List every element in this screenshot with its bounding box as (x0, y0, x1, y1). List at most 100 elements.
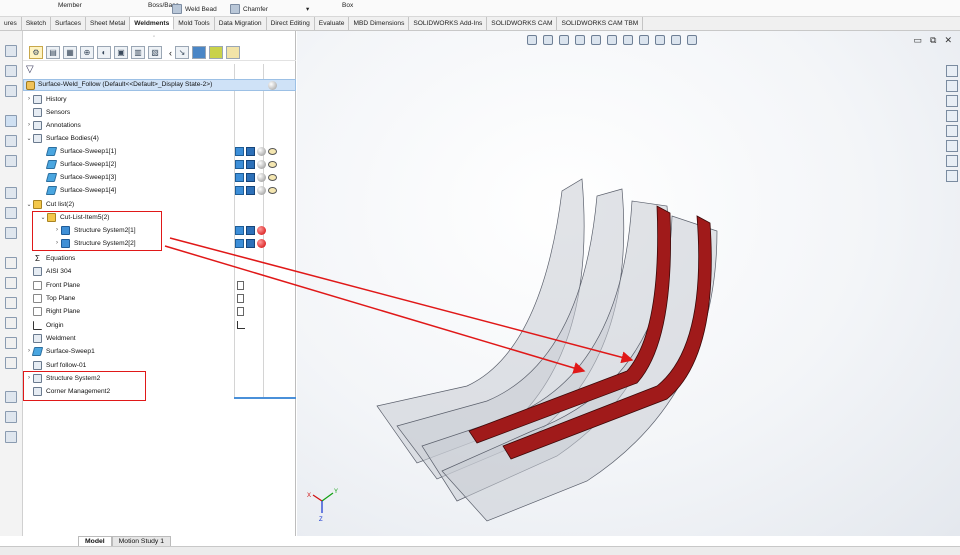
tree-node-surface-sweep-1[interactable]: Surface-Sweep1[1] (39, 145, 116, 157)
part-root-label: Surface-Weld_Follow (Default<<Default>_D… (38, 81, 213, 88)
surface-sweep-icon (45, 146, 58, 156)
tree-node-surface-sweep-2[interactable]: Surface-Sweep1[2] (39, 158, 116, 170)
tree-node-material[interactable]: AISI 304 (25, 265, 71, 277)
tab-weldments[interactable]: Weldments (130, 17, 175, 30)
tree-node-history[interactable]: › History (25, 93, 67, 105)
display-manager-icon[interactable]: ◐ (97, 46, 111, 59)
tab-evaluate[interactable]: Evaluate (315, 17, 350, 30)
body-status-row (235, 171, 277, 183)
node-label: Surface-Sweep1[2] (60, 160, 117, 168)
tool-icon[interactable] (5, 45, 17, 57)
material-status-icon (246, 185, 255, 195)
cam-operation-icon[interactable]: ▥ (131, 46, 145, 59)
appearance-ball-icon[interactable] (257, 172, 266, 182)
node-label: Surface-Sweep1[3] (60, 173, 117, 181)
tab-sketch[interactable]: Sketch (22, 17, 51, 30)
tool-icon[interactable] (5, 155, 17, 167)
appearance-icon[interactable] (209, 46, 223, 59)
tool-icon[interactable] (5, 135, 17, 147)
visibility-eye-icon[interactable] (268, 173, 277, 181)
tree-node-surface-bodies[interactable]: ⌄ Surface Bodies(4) (25, 132, 99, 144)
property-manager-icon[interactable]: ▤ (46, 46, 60, 59)
tab-motion-study[interactable]: Motion Study 1 (111, 536, 171, 546)
tool-icon[interactable] (5, 85, 17, 97)
node-label: Weldment (46, 334, 76, 342)
tree-node-surf-follow[interactable]: Surf follow-01 (25, 359, 86, 371)
visibility-eye-icon[interactable] (268, 147, 277, 155)
sketch-icon[interactable] (5, 115, 17, 127)
tab-solidworks-cam-tbm[interactable]: SOLIDWORKS CAM TBM (557, 17, 644, 30)
tab-data-migration[interactable]: Data Migration (215, 17, 267, 30)
collapse-icon[interactable]: ⌄ (25, 135, 33, 142)
rollback-bar[interactable] (234, 397, 296, 399)
scene-icon[interactable] (226, 46, 240, 59)
tool-icon[interactable] (5, 257, 17, 269)
tree-node-surface-sweep[interactable]: › Surface-Sweep1 (25, 345, 95, 357)
weld-bead-label: Weld Bead (185, 5, 217, 13)
configuration-manager-icon[interactable]: ▦ (63, 46, 77, 59)
graphics-area[interactable]: ▭ ⧉ ✕ X Y Z (297, 31, 960, 536)
weld-bead-button[interactable]: Weld Bead (172, 4, 217, 14)
tool-icon[interactable] (5, 277, 17, 289)
appearance-ball-icon[interactable] (257, 238, 266, 248)
appearance-ball-icon[interactable] (268, 81, 277, 90)
tool-icon[interactable] (5, 65, 17, 77)
tool-icon[interactable] (5, 357, 17, 369)
collapse-arrow-icon[interactable]: ‹ (169, 48, 172, 58)
tab-solidworks-addins[interactable]: SOLIDWORKS Add-Ins (409, 17, 488, 30)
feature-manager-icon[interactable]: ⚙ (29, 46, 43, 59)
node-label: Origin (46, 321, 64, 329)
tab-model[interactable]: Model (78, 536, 112, 546)
visibility-eye-icon[interactable] (268, 186, 277, 194)
appearance-ball-icon[interactable] (257, 185, 266, 195)
cube-icon[interactable] (192, 46, 206, 59)
tree-node-top-plane[interactable]: Top Plane (25, 292, 75, 304)
tab-surfaces[interactable]: Surfaces (51, 17, 87, 30)
part-root-node[interactable]: Surface-Weld_Follow (Default<<Default>_D… (23, 79, 296, 91)
box-command[interactable]: Box (342, 2, 353, 9)
visibility-eye-icon[interactable] (268, 160, 277, 168)
tree-node-origin[interactable]: Origin (25, 319, 64, 331)
tool-icon[interactable] (5, 227, 17, 239)
expand-icon[interactable]: › (25, 122, 33, 128)
model-3d-view[interactable]: X Y Z (297, 31, 960, 536)
tab-sheet-metal[interactable]: Sheet Metal (86, 17, 131, 30)
tool-icon[interactable] (5, 317, 17, 329)
tab-direct-editing[interactable]: Direct Editing (267, 17, 315, 30)
chamfer-button[interactable]: Chamfer (230, 4, 268, 14)
cam-feature-icon[interactable]: ▣ (114, 46, 128, 59)
tool-icon[interactable] (5, 207, 17, 219)
tool-icon[interactable] (5, 411, 17, 423)
cam-tool-icon[interactable]: ▧ (148, 46, 162, 59)
tree-node-cut-list[interactable]: ⌄ Cut list(2) (25, 198, 74, 210)
expand-icon[interactable]: › (25, 96, 33, 102)
dimxpert-icon[interactable]: ⊕ (80, 46, 94, 59)
tree-node-weldment[interactable]: Weldment (25, 332, 76, 344)
tree-node-sensors[interactable]: Sensors (25, 106, 70, 118)
pin-icon[interactable]: ↘ (175, 46, 189, 59)
tab-mold-tools[interactable]: Mold Tools (174, 17, 215, 30)
tab-features[interactable]: ures (0, 17, 22, 30)
i-beam-icon[interactable] (5, 431, 17, 443)
tree-node-surface-sweep-3[interactable]: Surface-Sweep1[3] (39, 171, 116, 183)
appearance-ball-icon[interactable] (257, 159, 266, 169)
panel-grip-icon[interactable]: ◦ (153, 34, 155, 40)
tree-node-front-plane[interactable]: Front Plane (25, 279, 80, 291)
tree-node-equations[interactable]: Σ Equations (25, 252, 75, 264)
tab-mbd-dimensions[interactable]: MBD Dimensions (349, 17, 410, 30)
tree-node-right-plane[interactable]: Right Plane (25, 305, 80, 317)
tab-solidworks-cam[interactable]: SOLIDWORKS CAM (487, 17, 558, 30)
tree-node-annotations[interactable]: › Annotations (25, 119, 81, 131)
tool-icon[interactable] (5, 337, 17, 349)
more-dropdown[interactable]: ▾ (306, 5, 309, 13)
surface-sweep-icon (45, 172, 58, 182)
appearance-ball-icon[interactable] (257, 146, 266, 156)
tool-icon[interactable] (5, 297, 17, 309)
tree-node-surface-sweep-4[interactable]: Surface-Sweep1[4] (39, 184, 116, 196)
tool-icon[interactable] (5, 187, 17, 199)
collapse-icon[interactable]: ⌄ (25, 201, 33, 208)
structure-system-icon[interactable] (5, 391, 17, 403)
filter-icon[interactable]: ▽ (26, 64, 34, 75)
member-command[interactable]: Member (58, 2, 82, 9)
appearance-ball-icon[interactable] (257, 225, 266, 235)
